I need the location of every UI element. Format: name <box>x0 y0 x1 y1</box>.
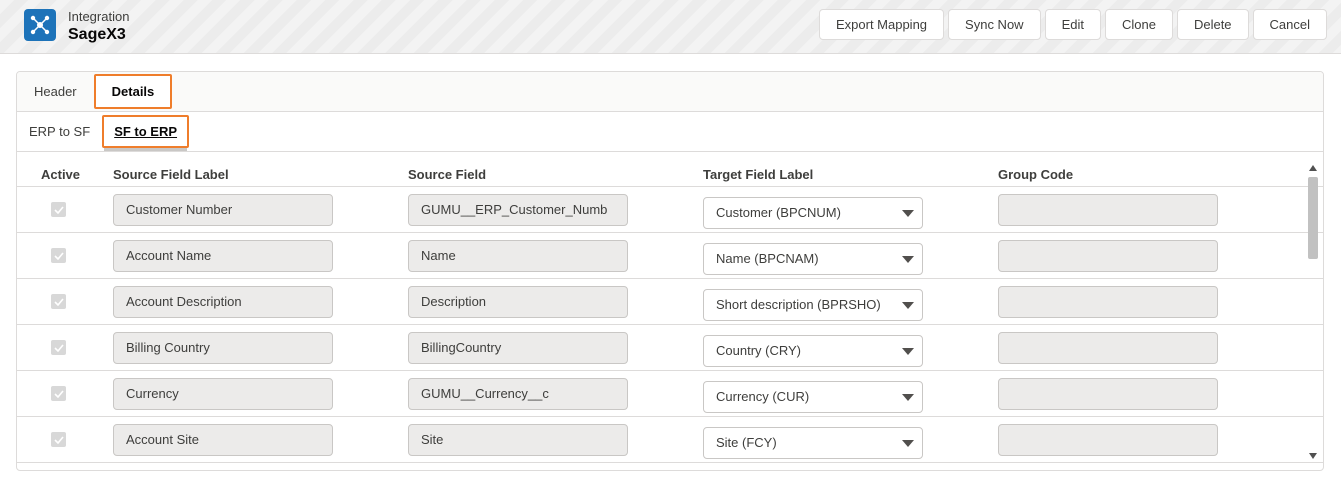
delete-button[interactable]: Delete <box>1176 9 1249 40</box>
details-card: Header Details ERP to SF SF to ERP Activ… <box>16 71 1324 471</box>
target-field-label-select[interactable]: Currency (CUR) <box>703 381 923 413</box>
target-field-label-value: Country (CRY) <box>716 343 802 358</box>
scroll-thumb[interactable] <box>1308 177 1318 259</box>
tab-erp-to-sf[interactable]: ERP to SF <box>17 124 102 139</box>
table-body: Customer Number GUMU__ERP_Customer_Numb … <box>17 187 1323 463</box>
source-field-label-input[interactable]: Currency <box>113 378 333 410</box>
table-row: Currency GUMU__Currency__c Currency (CUR… <box>17 371 1323 417</box>
chevron-down-icon <box>902 210 914 217</box>
active-checkbox[interactable] <box>51 386 66 401</box>
target-field-label-value: Short description (BPRSHO) <box>716 297 881 312</box>
sync-now-button[interactable]: Sync Now <box>948 9 1041 40</box>
group-code-input[interactable] <box>998 240 1218 272</box>
table-header-row: Active Source Field Label Source Field T… <box>17 161 1323 187</box>
checkmark-icon <box>53 205 64 214</box>
scroll-up-arrow-icon[interactable] <box>1308 163 1318 173</box>
column-header-active: Active <box>41 167 81 182</box>
target-field-label-value: Currency (CUR) <box>716 389 810 404</box>
active-checkbox[interactable] <box>51 432 66 447</box>
group-code-input[interactable] <box>998 194 1218 226</box>
checkmark-icon <box>53 251 64 260</box>
scroll-down-arrow-icon[interactable] <box>1308 451 1318 461</box>
target-field-label-value: Site (FCY) <box>716 435 777 450</box>
source-field-input[interactable]: GUMU__ERP_Customer_Numb <box>408 194 628 226</box>
chevron-down-icon <box>902 302 914 309</box>
source-field-input[interactable]: Name <box>408 240 628 272</box>
source-field-label-input[interactable]: Account Site <box>113 424 333 456</box>
checkmark-icon <box>53 435 64 444</box>
source-field-label-input[interactable]: Account Description <box>113 286 333 318</box>
page-header: Integration SageX3 Export Mapping Sync N… <box>0 0 1341 54</box>
target-field-label-select[interactable]: Short description (BPRSHO) <box>703 289 923 321</box>
chevron-down-icon <box>902 394 914 401</box>
source-field-input[interactable]: BillingCountry <box>408 332 628 364</box>
source-field-input[interactable]: Description <box>408 286 628 318</box>
mapping-table: Active Source Field Label Source Field T… <box>17 161 1323 470</box>
group-code-input[interactable] <box>998 332 1218 364</box>
group-code-input[interactable] <box>998 286 1218 318</box>
source-field-input[interactable]: GUMU__Currency__c <box>408 378 628 410</box>
target-field-label-select[interactable]: Site (FCY) <box>703 427 923 459</box>
chevron-down-icon <box>902 440 914 447</box>
table-row: Account Site Site Site (FCY) <box>17 417 1323 463</box>
active-checkbox[interactable] <box>51 248 66 263</box>
column-header-target-field-label: Target Field Label <box>703 167 814 182</box>
checkmark-icon <box>53 297 64 306</box>
active-checkbox[interactable] <box>51 202 66 217</box>
target-field-label-select[interactable]: Customer (BPCNUM) <box>703 197 923 229</box>
record-type-label: Integration <box>68 9 130 24</box>
clone-button[interactable]: Clone <box>1104 9 1173 40</box>
table-row: Account Name Name Name (BPCNAM) <box>17 233 1323 279</box>
source-field-label-input[interactable]: Customer Number <box>113 194 333 226</box>
source-field-input[interactable]: Site <box>408 424 628 456</box>
target-field-label-select[interactable]: Country (CRY) <box>703 335 923 367</box>
target-field-label-select[interactable]: Name (BPCNAM) <box>703 243 923 275</box>
table-row: Customer Number GUMU__ERP_Customer_Numb … <box>17 187 1323 233</box>
export-mapping-button[interactable]: Export Mapping <box>818 9 945 40</box>
active-checkbox[interactable] <box>51 294 66 309</box>
top-tab-bar: Header Details <box>17 72 1323 112</box>
target-field-label-value: Name (BPCNAM) <box>716 251 819 266</box>
edit-button[interactable]: Edit <box>1044 9 1101 40</box>
target-field-label-value: Customer (BPCNUM) <box>716 205 841 220</box>
table-row: Billing Country BillingCountry Country (… <box>17 325 1323 371</box>
tab-sf-to-erp[interactable]: SF to ERP <box>102 115 190 151</box>
chevron-down-icon <box>902 348 914 355</box>
checkmark-icon <box>53 343 64 352</box>
record-title: SageX3 <box>68 26 126 43</box>
sub-tab-bar: ERP to SF SF to ERP <box>17 112 1323 152</box>
group-code-input[interactable] <box>998 424 1218 456</box>
table-row: Account Description Description Short de… <box>17 279 1323 325</box>
column-header-source-field-label: Source Field Label <box>113 167 229 182</box>
integration-icon <box>24 9 56 41</box>
tab-details[interactable]: Details <box>93 74 173 109</box>
active-checkbox[interactable] <box>51 340 66 355</box>
checkmark-icon <box>53 389 64 398</box>
column-header-group-code: Group Code <box>998 167 1074 182</box>
table-scrollbar[interactable] <box>1307 163 1319 461</box>
group-code-input[interactable] <box>998 378 1218 410</box>
column-header-source-field: Source Field <box>408 167 487 182</box>
source-field-label-input[interactable]: Account Name <box>113 240 333 272</box>
action-button-group: Export Mapping Sync Now Edit Clone Delet… <box>818 9 1327 40</box>
source-field-label-input[interactable]: Billing Country <box>113 332 333 364</box>
cancel-button[interactable]: Cancel <box>1252 9 1327 40</box>
chevron-down-icon <box>902 256 914 263</box>
tab-header[interactable]: Header <box>21 74 90 110</box>
